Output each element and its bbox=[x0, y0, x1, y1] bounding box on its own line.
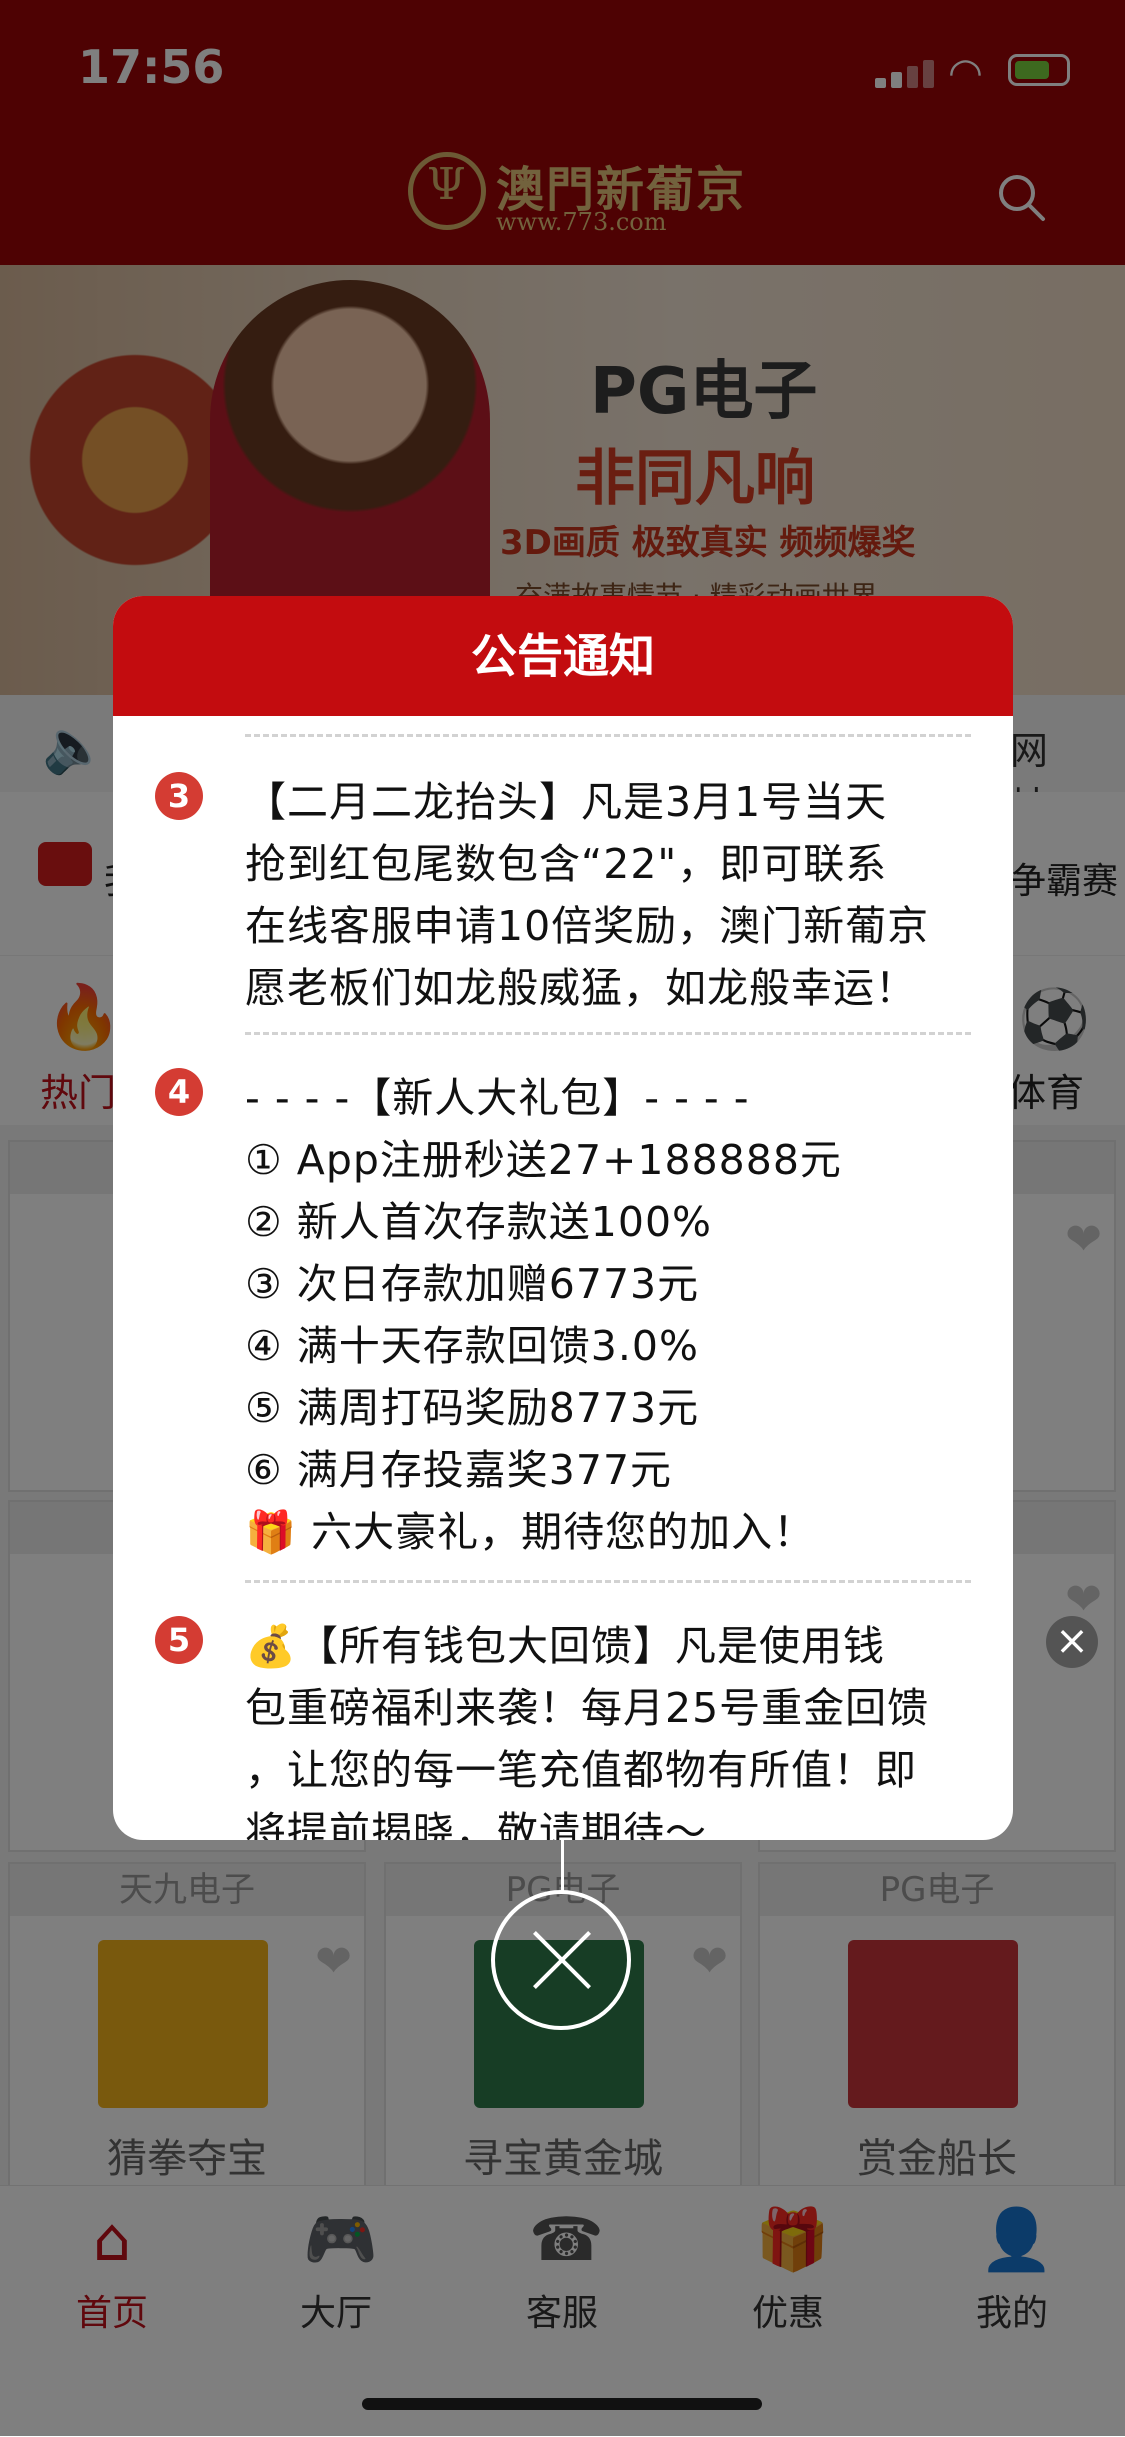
notice-line: 在线客服申请10倍奖励，澳门新葡京 bbox=[245, 902, 930, 950]
divider bbox=[245, 1032, 971, 1035]
item-number-badge: 4 bbox=[155, 1068, 203, 1116]
notice-line: 愿老板们如龙般威猛，如龙般幸运！ bbox=[245, 964, 917, 1012]
notice-line: 【二月二龙抬头】凡是3月1号当天 bbox=[245, 778, 888, 826]
divider bbox=[245, 1580, 971, 1583]
notice-line: 🎁 六大豪礼，期待您的加入！ bbox=[245, 1508, 816, 1556]
item-number-badge: 5 bbox=[155, 1616, 203, 1664]
modal-scroll-body[interactable]: 3 【二月二龙抬头】凡是3月1号当天 抢到红包尾数包含“22"，即可联系 在线客… bbox=[113, 716, 1013, 1840]
modal-close-button[interactable] bbox=[491, 1890, 631, 2030]
notice-line: ，让您的每一笔充值都物有所值！即 bbox=[245, 1746, 917, 1794]
notice-line: 💰【所有钱包大回馈】凡是使用钱 bbox=[245, 1622, 886, 1670]
notice-line: ④ 满十天存款回馈3.0% bbox=[245, 1322, 699, 1370]
floating-ad-close-icon[interactable]: × bbox=[1046, 1616, 1098, 1668]
notice-line: 将提前揭晓，敬请期待～ bbox=[245, 1808, 707, 1840]
close-connector bbox=[561, 1840, 564, 1892]
announcement-modal: 公告通知 3 【二月二龙抬头】凡是3月1号当天 抢到红包尾数包含“22"，即可联… bbox=[113, 596, 1013, 1840]
modal-title: 公告通知 bbox=[471, 629, 655, 683]
divider bbox=[245, 734, 971, 737]
notice-line: - - - -【新人大礼包】- - - - bbox=[245, 1074, 750, 1122]
notice-line: ⑥ 满月存投嘉奖377元 bbox=[245, 1446, 673, 1494]
item-number-badge: 3 bbox=[155, 772, 203, 820]
notice-line: ① App注册秒送27+188888元 bbox=[245, 1136, 842, 1184]
notice-line: 抢到红包尾数包含“22"，即可联系 bbox=[245, 840, 888, 888]
notice-line: ② 新人首次存款送100% bbox=[245, 1198, 713, 1246]
notice-line: ⑤ 满周打码奖励8773元 bbox=[245, 1384, 700, 1432]
notice-line: ③ 次日存款加赠6773元 bbox=[245, 1260, 700, 1308]
notice-line: 包重磅福利来袭！每月25号重金回馈 bbox=[245, 1684, 930, 1732]
